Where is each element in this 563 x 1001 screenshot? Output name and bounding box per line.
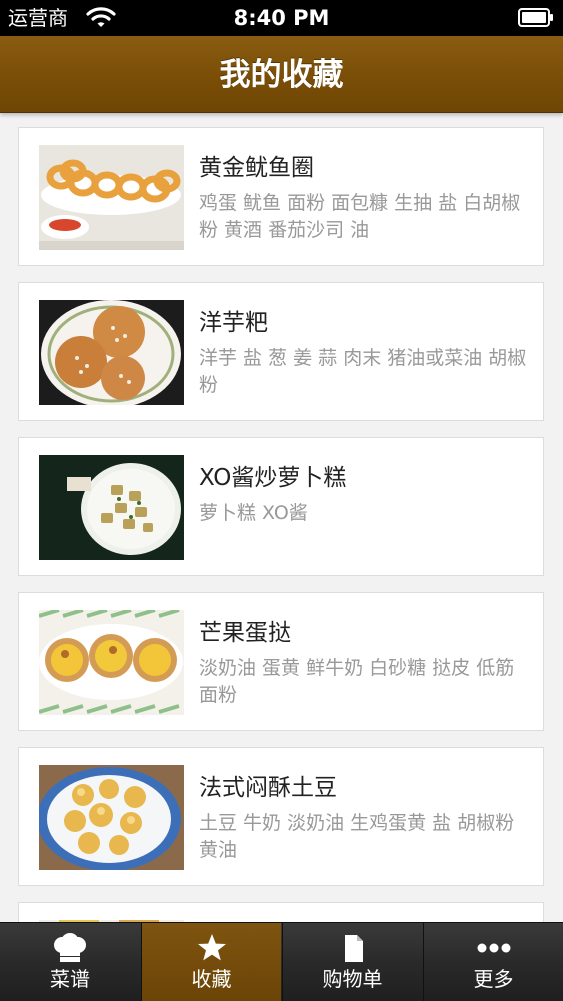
- nav-bar: 我的收藏: [0, 36, 563, 113]
- recipe-card[interactable]: 黄金鱿鱼圈 鸡蛋 鱿鱼 面粉 面包糠 生抽 盐 白胡椒粉 黄酒 番茄沙司 油: [18, 127, 544, 266]
- recipe-name: 法式闷酥土豆: [199, 775, 337, 801]
- recipe-ingredients: 洋芋 盐 葱 姜 蒜 肉末 猪油或菜油 胡椒粉: [199, 347, 527, 396]
- recipe-card[interactable]: XO酱炒萝卜糕 萝卜糕 XO酱: [18, 437, 544, 576]
- document-icon: [344, 935, 363, 962]
- status-bar: 运营商 8:40 PM: [0, 0, 563, 36]
- recipe-thumbnail: [39, 610, 184, 715]
- recipe-card[interactable]: [18, 902, 544, 922]
- recipe-name: 芒果蛋挞: [199, 620, 291, 646]
- tab-recipes[interactable]: 菜谱: [0, 923, 140, 1001]
- recipe-card[interactable]: 洋芋粑 洋芋 盐 葱 姜 蒜 肉末 猪油或菜油 胡椒粉: [18, 282, 544, 421]
- tab-label: 菜谱: [50, 967, 90, 991]
- recipe-name: 洋芋粑: [199, 310, 268, 336]
- more-dots-icon: [477, 943, 510, 953]
- recipe-card[interactable]: 法式闷酥土豆 土豆 牛奶 淡奶油 生鸡蛋黄 盐 胡椒粉 黄油: [18, 747, 544, 886]
- battery-icon: [518, 8, 553, 27]
- recipe-thumbnail: [39, 765, 184, 870]
- recipe-name: 黄金鱿鱼圈: [199, 155, 314, 181]
- tab-shopping-list[interactable]: 购物单: [282, 923, 422, 1001]
- favorites-list[interactable]: 黄金鱿鱼圈 鸡蛋 鱿鱼 面粉 面包糠 生抽 盐 白胡椒粉 黄酒 番茄沙司 油 洋…: [0, 113, 563, 922]
- recipe-ingredients: 土豆 牛奶 淡奶油 生鸡蛋黄 盐 胡椒粉 黄油: [199, 812, 515, 861]
- recipe-card[interactable]: 芒果蛋挞 淡奶油 蛋黄 鲜牛奶 白砂糖 挞皮 低筋面粉: [18, 592, 544, 731]
- star-icon: [197, 934, 226, 961]
- tab-more[interactable]: 更多: [423, 923, 563, 1001]
- tab-bar: 菜谱 收藏 购物单 更多: [0, 922, 563, 1001]
- tab-favorites[interactable]: 收藏: [141, 923, 281, 1001]
- recipe-thumbnail: [39, 300, 184, 405]
- chef-hat-icon: [54, 933, 86, 962]
- recipe-name: XO酱炒萝卜糕: [199, 465, 347, 491]
- recipe-ingredients: 淡奶油 蛋黄 鲜牛奶 白砂糖 挞皮 低筋面粉: [199, 657, 515, 706]
- tab-label: 购物单: [322, 967, 383, 991]
- tab-label: 收藏: [191, 967, 232, 991]
- recipe-thumbnail: [39, 145, 184, 250]
- recipe-ingredients: 萝卜糕 XO酱: [199, 502, 308, 524]
- status-time: 8:40 PM: [233, 6, 330, 30]
- recipe-ingredients: 鸡蛋 鱿鱼 面粉 面包糠 生抽 盐 白胡椒粉 黄酒 番茄沙司 油: [199, 192, 521, 241]
- tab-label: 更多: [473, 967, 514, 991]
- recipe-thumbnail: [39, 455, 184, 560]
- page-title: 我的收藏: [219, 57, 344, 93]
